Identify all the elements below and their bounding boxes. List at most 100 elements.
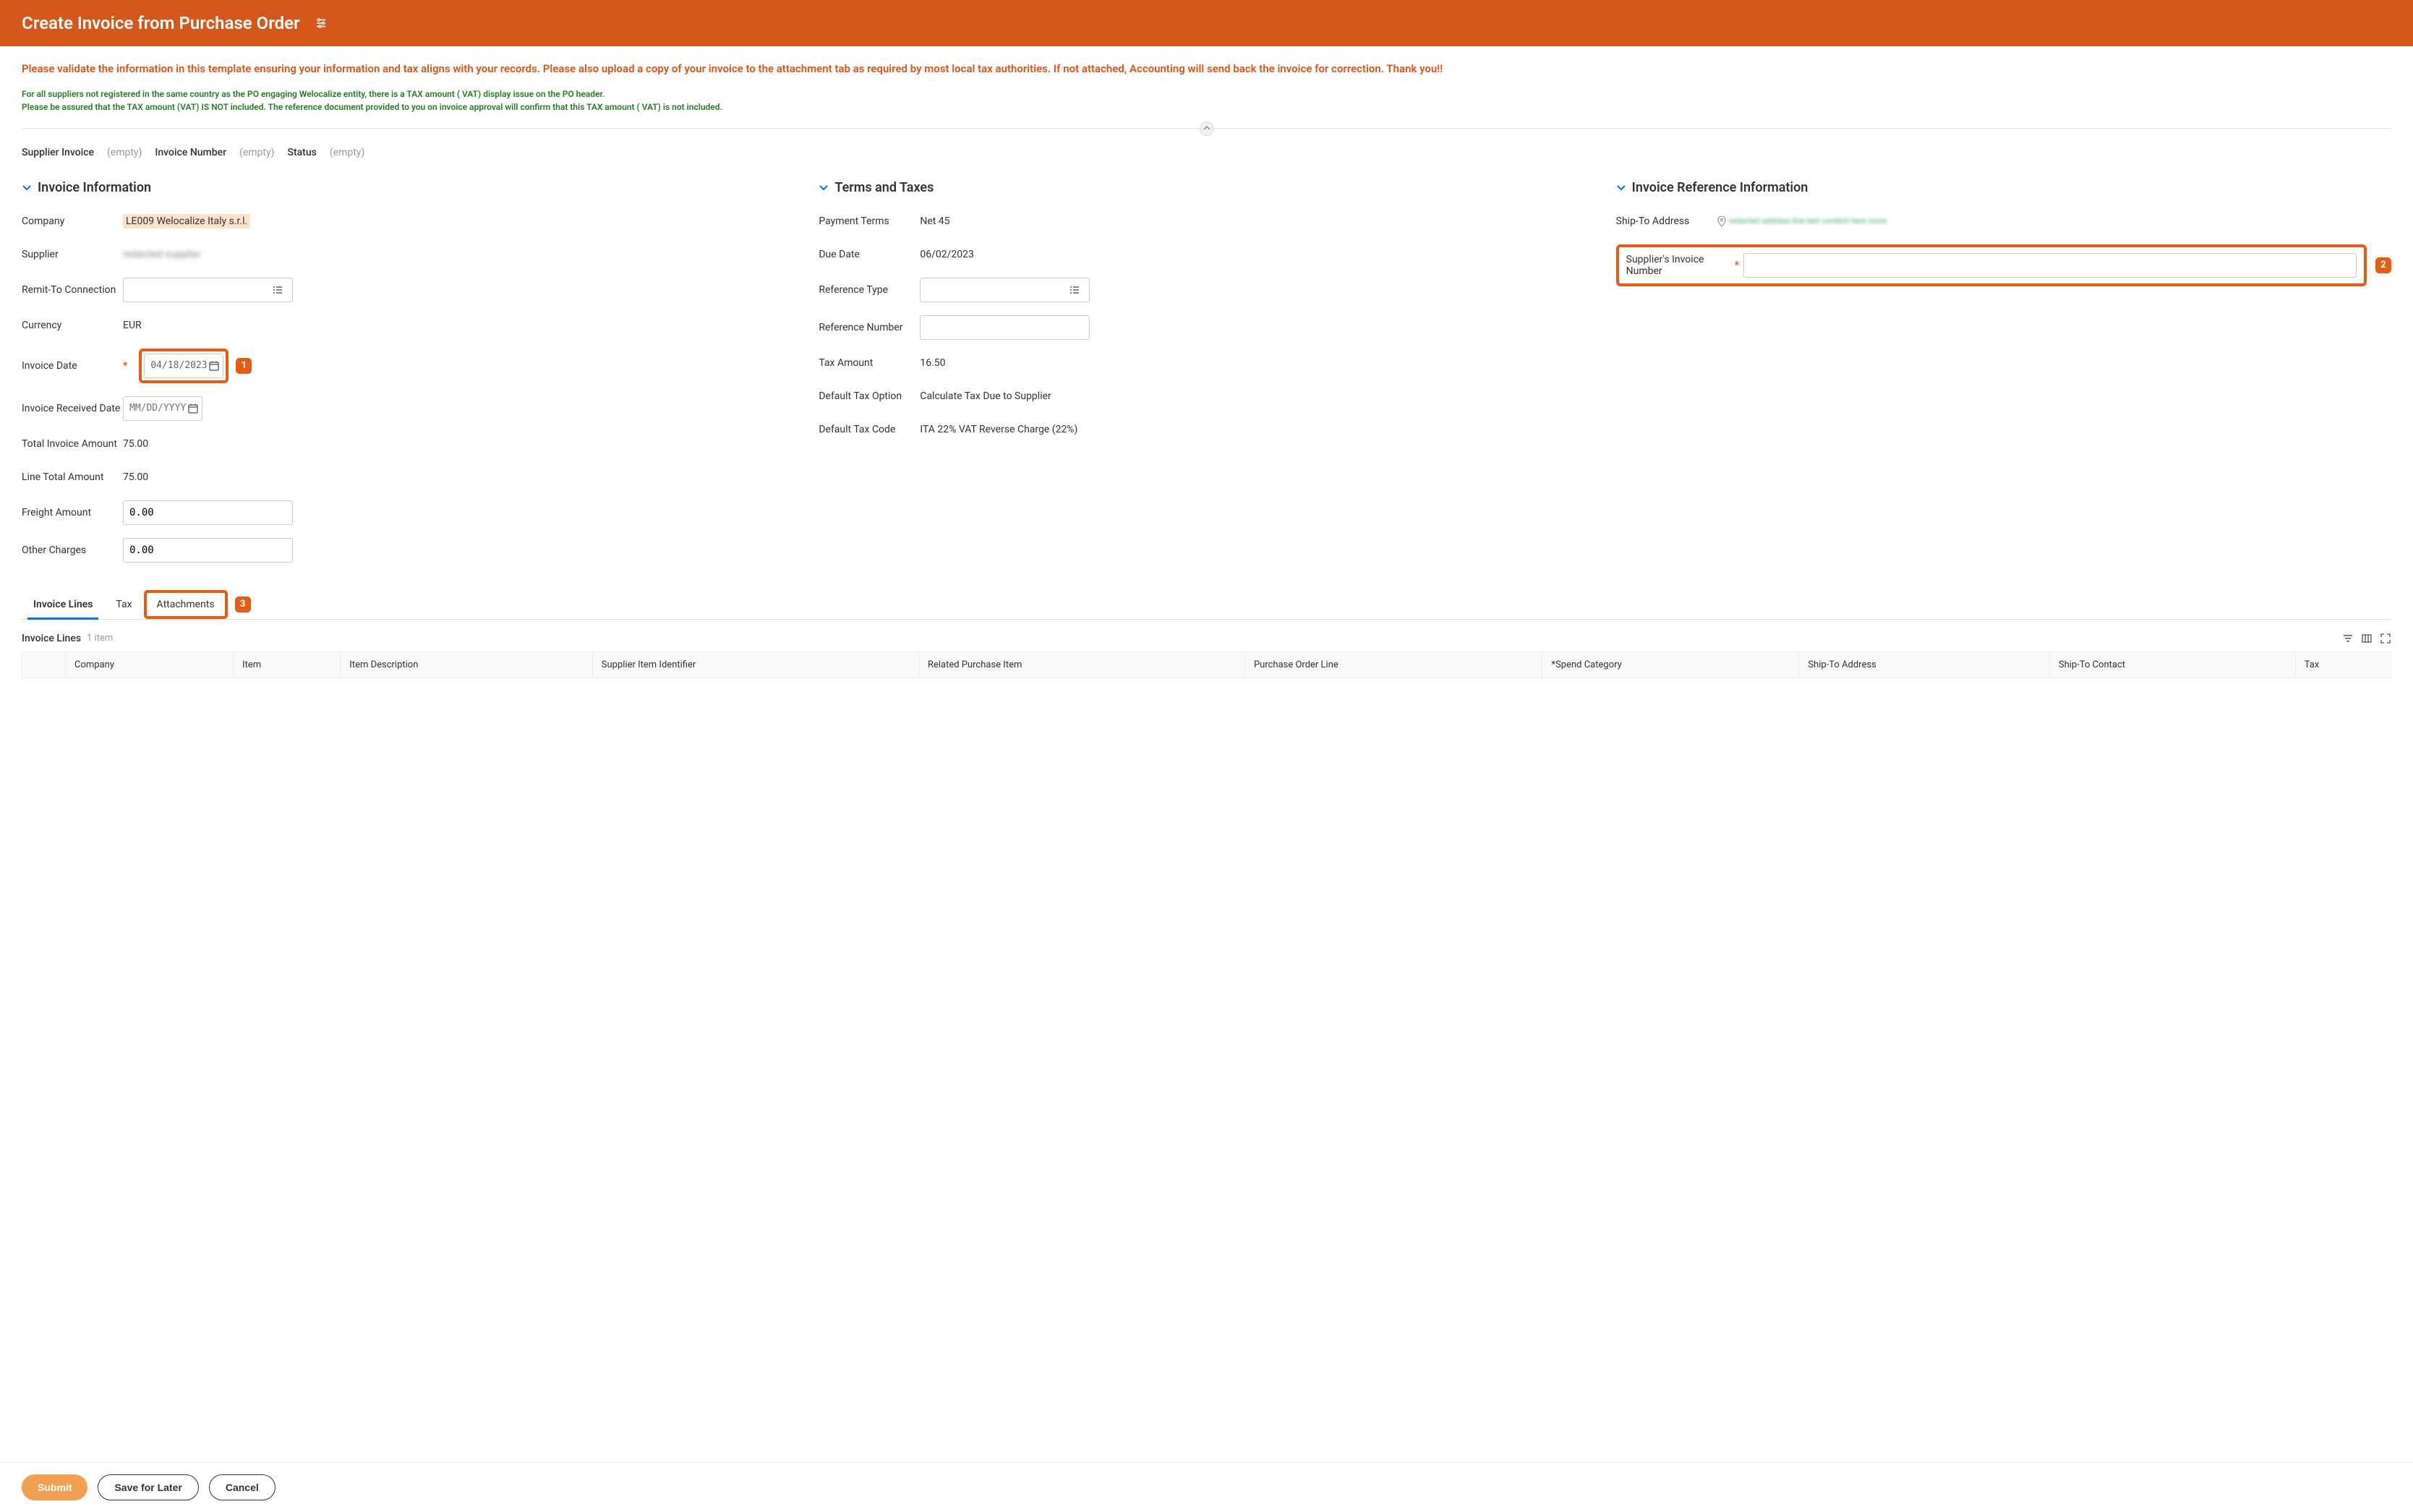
reference-number-input[interactable] xyxy=(920,315,1090,340)
required-indicator: * xyxy=(123,360,127,372)
section-divider xyxy=(22,128,2391,129)
line-tabs: Invoice Lines Tax Attachments 3 xyxy=(22,590,2391,620)
col-spend-category[interactable]: *Spend Category xyxy=(1542,652,1799,678)
received-date-field[interactable] xyxy=(129,403,187,414)
col-ship-to-address[interactable]: Ship-To Address xyxy=(1799,652,2050,678)
callout-badge-2: 2 xyxy=(2375,257,2391,273)
submit-button[interactable]: Submit xyxy=(22,1474,87,1500)
currency-label: Currency xyxy=(22,320,123,331)
freight-input[interactable] xyxy=(123,500,293,525)
table-header-row: Company Item Item Description Supplier I… xyxy=(22,652,2391,678)
page-header: Create Invoice from Purchase Order xyxy=(0,0,2413,46)
default-tax-option-label: Default Tax Option xyxy=(819,390,920,402)
invoice-lines-table-section: Invoice Lines 1 item Company Item Item D… xyxy=(22,633,2391,678)
reference-number-field[interactable] xyxy=(926,322,1083,333)
columns-icon[interactable] xyxy=(2361,633,2373,644)
reference-information-section: Invoice Reference Information Ship-To Ad… xyxy=(1616,180,2391,576)
expand-icon[interactable] xyxy=(2380,633,2391,644)
supplier-invoice-number-field[interactable] xyxy=(1750,260,2350,271)
filter-icon[interactable] xyxy=(2342,633,2354,644)
supplier-invoice-value: (empty) xyxy=(107,147,142,158)
col-item-desc[interactable]: Item Description xyxy=(341,652,593,678)
col-supplier-item[interactable]: Supplier Item Identifier xyxy=(592,652,918,678)
freight-label: Freight Amount xyxy=(22,507,123,518)
total-invoice-value: 75.00 xyxy=(123,438,148,450)
col-ship-to-contact[interactable]: Ship-To Contact xyxy=(2049,652,2295,678)
tax-note-line1: For all suppliers not registered in the … xyxy=(22,87,2391,101)
supplier-value: redacted supplier xyxy=(123,249,201,260)
table-count: 1 item xyxy=(87,633,113,644)
remit-to-label: Remit-To Connection xyxy=(22,284,123,296)
collapse-toggle[interactable] xyxy=(1200,121,1214,136)
other-charges-field[interactable] xyxy=(129,544,286,556)
cancel-button[interactable]: Cancel xyxy=(209,1474,276,1500)
calendar-icon[interactable] xyxy=(187,403,199,414)
freight-field[interactable] xyxy=(129,507,286,518)
footer-actions: Submit Save for Later Cancel xyxy=(0,1462,2413,1512)
required-indicator: * xyxy=(1735,260,1739,271)
tax-note: For all suppliers not registered in the … xyxy=(22,87,2391,114)
default-tax-code-value: ITA 22% VAT Reverse Charge (22%) xyxy=(920,424,1077,435)
callout-badge-3: 3 xyxy=(235,597,251,612)
invoice-date-input[interactable] xyxy=(144,354,223,378)
chevron-down-icon[interactable] xyxy=(819,182,829,192)
invoice-date-label: Invoice Date xyxy=(22,360,123,372)
supplier-label: Supplier xyxy=(22,249,123,260)
ship-to-label: Ship-To Address xyxy=(1616,215,1717,227)
reference-type-field[interactable] xyxy=(926,284,1066,296)
total-invoice-label: Total Invoice Amount xyxy=(22,438,123,450)
received-date-label: Invoice Received Date xyxy=(22,403,123,414)
list-picker-icon[interactable] xyxy=(269,284,286,296)
chevron-down-icon[interactable] xyxy=(1616,182,1626,192)
status-label: Status xyxy=(288,147,317,158)
payment-terms-label: Payment Terms xyxy=(819,215,920,227)
invoice-info-title: Invoice Information xyxy=(38,180,151,195)
company-label: Company xyxy=(22,215,123,227)
reference-number-label: Reference Number xyxy=(819,322,920,333)
reference-type-label: Reference Type xyxy=(819,284,920,296)
col-related-purchase[interactable]: Related Purchase Item xyxy=(918,652,1244,678)
settings-icon[interactable] xyxy=(315,17,328,30)
other-charges-input[interactable] xyxy=(123,538,293,563)
due-date-value: 06/02/2023 xyxy=(920,249,974,260)
tab-invoice-lines[interactable]: Invoice Lines xyxy=(22,590,104,619)
remit-to-input[interactable] xyxy=(123,278,293,302)
line-total-label: Line Total Amount xyxy=(22,471,123,483)
ship-to-value: redacted address line text content here … xyxy=(1729,216,1887,226)
invoice-lines-table: Company Item Item Description Supplier I… xyxy=(22,652,2391,678)
location-icon xyxy=(1717,216,1726,226)
callout-badge-1: 1 xyxy=(236,358,252,374)
company-value: LE009 Welocalize Italy s.r.l. xyxy=(123,214,250,228)
col-company[interactable]: Company xyxy=(66,652,234,678)
list-picker-icon[interactable] xyxy=(1066,284,1083,296)
terms-title: Terms and Taxes xyxy=(834,180,934,195)
invoice-number-value: (empty) xyxy=(239,147,274,158)
col-item[interactable]: Item xyxy=(234,652,341,678)
supplier-invoice-number-input[interactable] xyxy=(1743,253,2357,278)
page-title: Create Invoice from Purchase Order xyxy=(22,13,300,33)
other-charges-label: Other Charges xyxy=(22,544,123,556)
due-date-label: Due Date xyxy=(819,249,920,260)
terms-taxes-section: Terms and Taxes Payment Terms Net 45 Due… xyxy=(819,180,1594,576)
supplier-invoice-label: Supplier Invoice xyxy=(22,147,94,158)
default-tax-option-value: Calculate Tax Due to Supplier xyxy=(920,390,1051,402)
col-selector xyxy=(22,652,66,678)
received-date-input[interactable] xyxy=(123,396,202,421)
calendar-icon[interactable] xyxy=(208,360,220,372)
save-for-later-button[interactable]: Save for Later xyxy=(98,1474,198,1500)
chevron-down-icon[interactable] xyxy=(22,182,32,192)
table-title: Invoice Lines xyxy=(22,633,81,644)
invoice-information-section: Invoice Information Company LE009 Weloca… xyxy=(22,180,797,576)
payment-terms-value: Net 45 xyxy=(920,215,949,227)
tab-attachments[interactable]: Attachments xyxy=(147,593,225,616)
remit-to-field[interactable] xyxy=(129,284,269,296)
default-tax-code-label: Default Tax Code xyxy=(819,424,920,435)
invoice-date-field[interactable] xyxy=(150,360,208,371)
status-value: (empty) xyxy=(330,147,364,158)
tab-tax[interactable]: Tax xyxy=(104,590,143,619)
tax-amount-value: 16.50 xyxy=(920,357,945,369)
col-po-line[interactable]: Purchase Order Line xyxy=(1244,652,1542,678)
supplier-invoice-number-label: Supplier's Invoice Number xyxy=(1626,254,1735,277)
col-tax[interactable]: Tax xyxy=(2295,652,2391,678)
reference-type-input[interactable] xyxy=(920,278,1090,302)
